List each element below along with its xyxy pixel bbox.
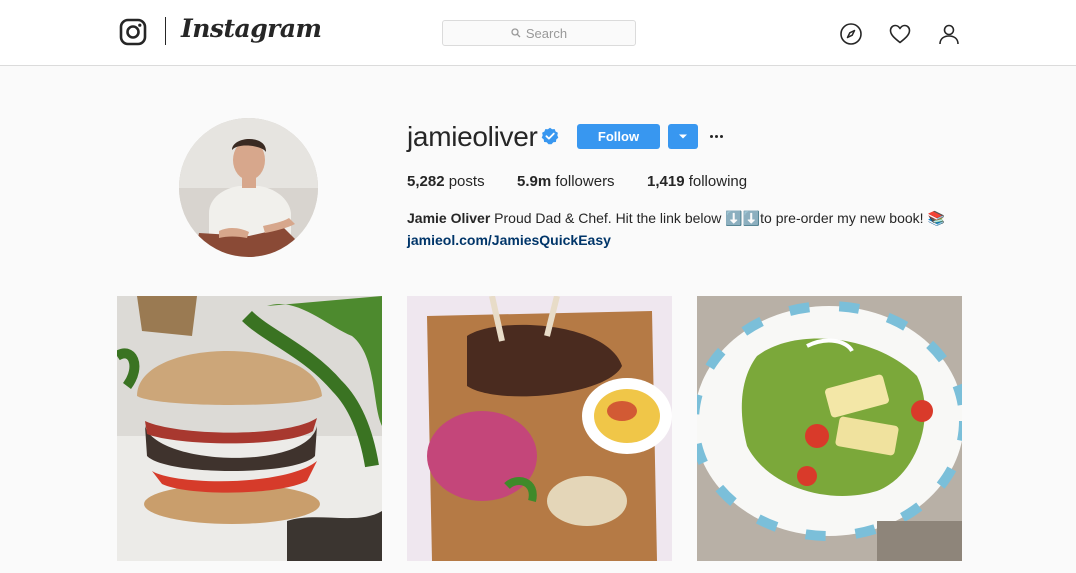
avatar[interactable] (179, 118, 318, 257)
followers-label: followers (555, 173, 615, 190)
profile-username: jamieoliver (407, 121, 538, 152)
post-thumbnail[interactable] (697, 296, 962, 561)
posts-value: 5,282 (407, 173, 445, 190)
following-value: 1,419 (647, 173, 685, 190)
verified-badge-icon (541, 127, 559, 145)
bio-link[interactable]: jamieol.com/JamiesQuickEasy (407, 232, 611, 248)
search-placeholder: Search (525, 25, 568, 41)
heart-icon[interactable] (888, 22, 912, 46)
followers-count[interactable]: 5.9m followers (517, 173, 615, 190)
chevron-down-icon (679, 134, 687, 139)
posts-label: posts (448, 173, 485, 190)
followers-value: 5.9m (517, 173, 552, 190)
halloumi-salad-photo (697, 296, 962, 561)
following-count[interactable]: 1,419 following (647, 173, 747, 190)
search-input[interactable]: Search (442, 20, 636, 46)
profile-bio: Jamie Oliver Proud Dad & Chef. Hit the l… (407, 210, 945, 227)
instagram-wordmark[interactable]: Instagram (181, 14, 322, 43)
suggestions-dropdown-button[interactable] (668, 124, 698, 149)
search-icon (511, 28, 521, 38)
instagram-logo-icon[interactable] (119, 18, 147, 46)
bio-full-name: Jamie Oliver (407, 210, 491, 226)
follow-button[interactable]: Follow (577, 124, 660, 149)
logo-divider (165, 17, 166, 45)
following-label: following (688, 173, 748, 190)
user-icon[interactable] (937, 22, 961, 46)
more-options-icon[interactable] (708, 127, 724, 145)
lamb-chops-photo (407, 296, 672, 561)
avatar-photo (179, 118, 318, 257)
posts-count: 5,282 posts (407, 173, 485, 190)
burger-photo (117, 296, 382, 561)
post-thumbnail[interactable] (407, 296, 672, 561)
top-nav: Instagram Search (0, 0, 1076, 66)
bio-text: Proud Dad & Chef. Hit the link below ⬇️⬇… (490, 210, 945, 226)
post-thumbnail[interactable] (117, 296, 382, 561)
compass-icon[interactable] (839, 22, 863, 46)
